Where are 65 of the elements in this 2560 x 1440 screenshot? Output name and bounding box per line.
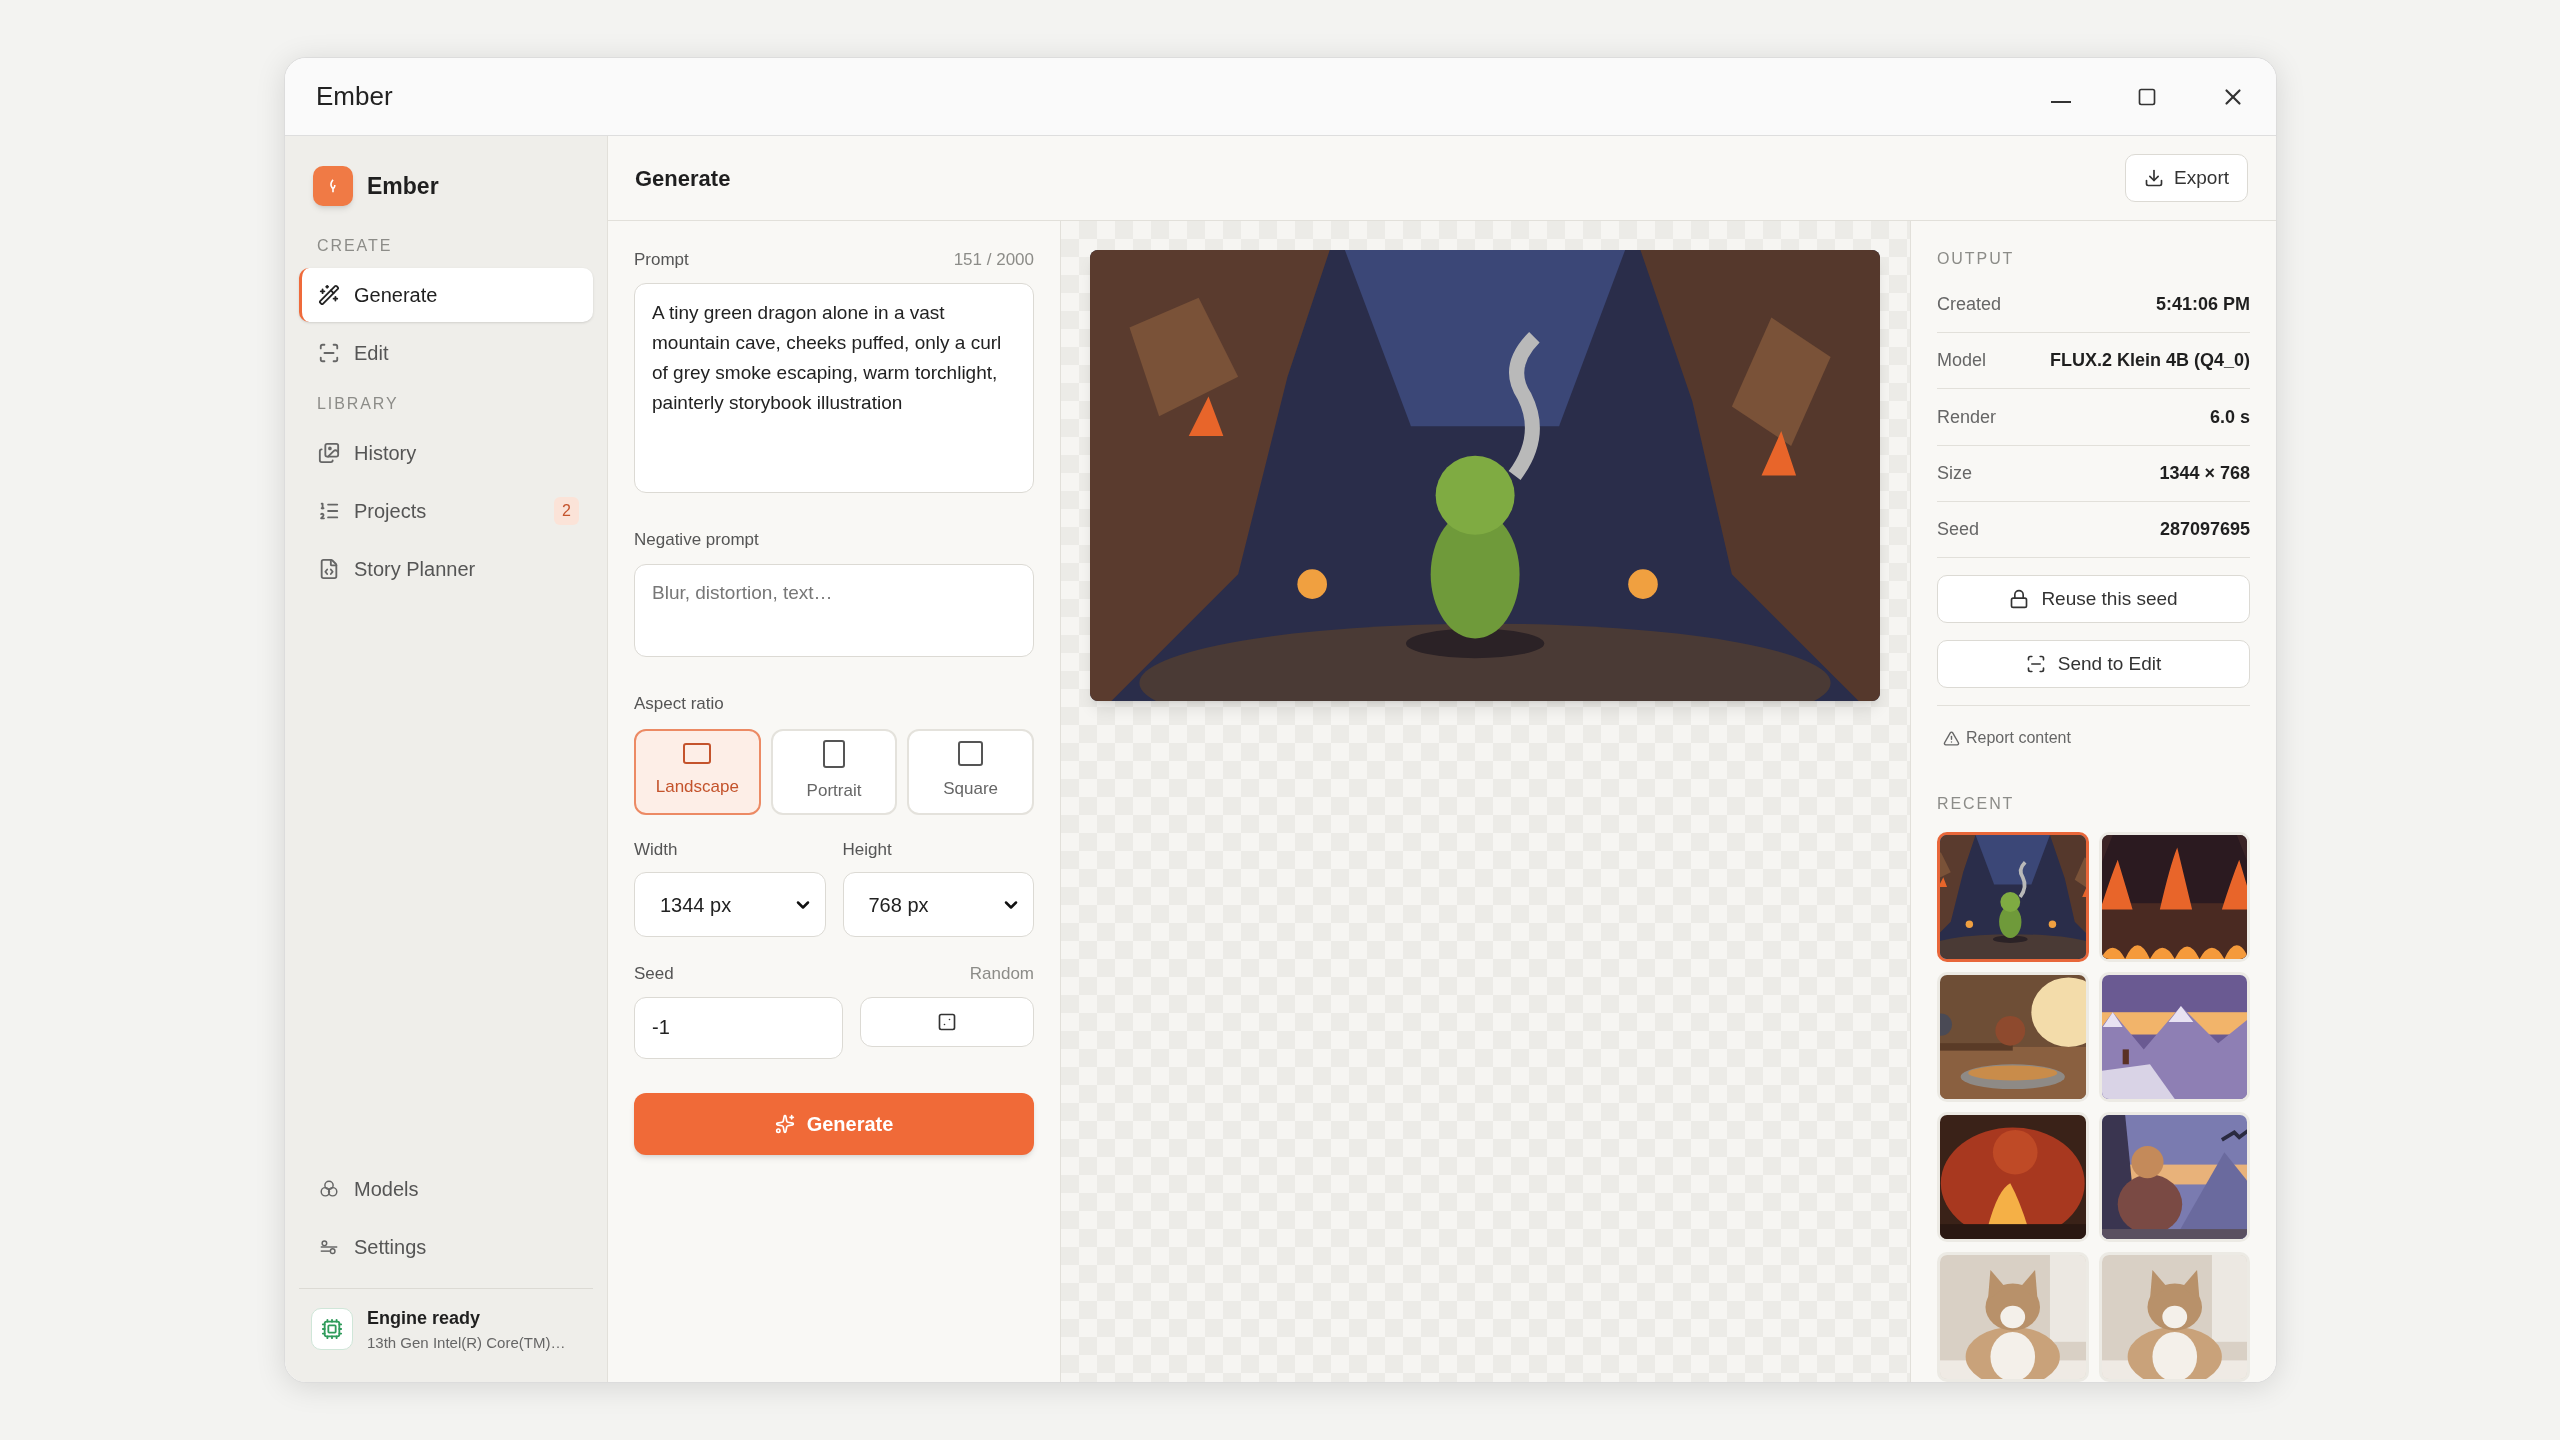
nav-item[interactable]: Models (299, 1161, 593, 1216)
section-heading: CREATE (316, 236, 394, 256)
section-heading: RECENT (1937, 794, 2016, 814)
nav-item[interactable]: History (299, 426, 593, 480)
aspect-option[interactable]: Portrait (770, 728, 898, 815)
download-icon (2144, 168, 2165, 188)
warning-icon (1943, 729, 1960, 747)
info-label: Model (1937, 349, 1987, 373)
window-title: Ember (316, 80, 394, 113)
images-icon (318, 442, 340, 464)
export-button[interactable]: Export (2125, 154, 2248, 202)
engine-status: Engine ready (367, 1306, 482, 1330)
aspect-option[interactable]: Square (907, 728, 1034, 815)
aspect-option[interactable]: Landscape (634, 728, 761, 815)
field-label: Height (842, 838, 893, 861)
field-label: Aspect ratio (634, 693, 725, 715)
nav-item[interactable]: Edit (299, 326, 593, 380)
report-content-link[interactable]: Report content (1943, 726, 2250, 750)
height-select[interactable]: 768 px (842, 872, 1034, 937)
info-value: 1344 × 768 (2159, 461, 2250, 485)
field-label: Negative prompt (634, 528, 760, 551)
count-badge: 2 (554, 497, 579, 525)
scan-icon (318, 342, 340, 364)
field-label: Prompt (634, 249, 689, 271)
character-counter: 151 / 2000 (953, 249, 1034, 271)
width-select[interactable]: 1344 px (634, 872, 826, 937)
scan-icon (2025, 654, 2046, 674)
info-label: Size (1937, 461, 1972, 485)
field-label: Width (634, 838, 679, 861)
random-label: Random (969, 963, 1034, 985)
code-file-icon (318, 558, 340, 580)
action-button[interactable]: Send to Edit (1937, 640, 2250, 688)
info-value: 6.0 s (2209, 405, 2250, 429)
info-label: Created (1937, 293, 2002, 317)
section-heading: LIBRARY (316, 394, 400, 414)
page-title: Generate (635, 164, 731, 193)
sparkles-icon (774, 1113, 795, 1134)
numbered-list-icon (318, 500, 340, 522)
portrait-icon (823, 739, 845, 768)
section-heading: OUTPUT (1937, 249, 2016, 269)
chip-icon (311, 1308, 353, 1351)
info-label: Seed (1937, 517, 1980, 541)
square-icon (958, 741, 984, 767)
lock-icon (2009, 589, 2030, 609)
field-label: Seed (634, 963, 674, 985)
flame-logo-icon (313, 166, 353, 206)
nav-item[interactable]: Settings (299, 1219, 593, 1274)
brand-name: Ember (367, 171, 439, 201)
action-button[interactable]: Reuse this seed (1937, 575, 2250, 623)
wand-icon (318, 284, 340, 306)
nav-item[interactable]: Projects 2 (299, 484, 593, 538)
info-value: FLUX.2 Klein 4B (Q4_0) (2049, 349, 2250, 373)
negative-prompt-field[interactable]: Blur, distortion, text… (634, 564, 1034, 657)
maximize-icon (2137, 86, 2157, 107)
info-value: 5:41:06 PM (2155, 293, 2250, 317)
seed-field[interactable]: -1 (634, 996, 843, 1059)
landscape-icon (683, 743, 712, 765)
nav-item[interactable]: Generate (299, 268, 593, 322)
prompt-field[interactable]: A tiny green dragon alone in a vast mountain cave, cheeks puffed, only a curl of grey smoke escaping, warm torchlight, painterly storybook illustration (634, 282, 1034, 493)
engine-device: 13th Gen Intel(R) Core(TM)… (367, 1332, 566, 1353)
minimize-icon (2051, 100, 2071, 103)
dice-icon (937, 1011, 957, 1032)
info-value: 287097695 (2159, 517, 2250, 541)
nav-item[interactable]: Story Planner (299, 542, 593, 596)
info-label: Render (1937, 405, 1997, 429)
